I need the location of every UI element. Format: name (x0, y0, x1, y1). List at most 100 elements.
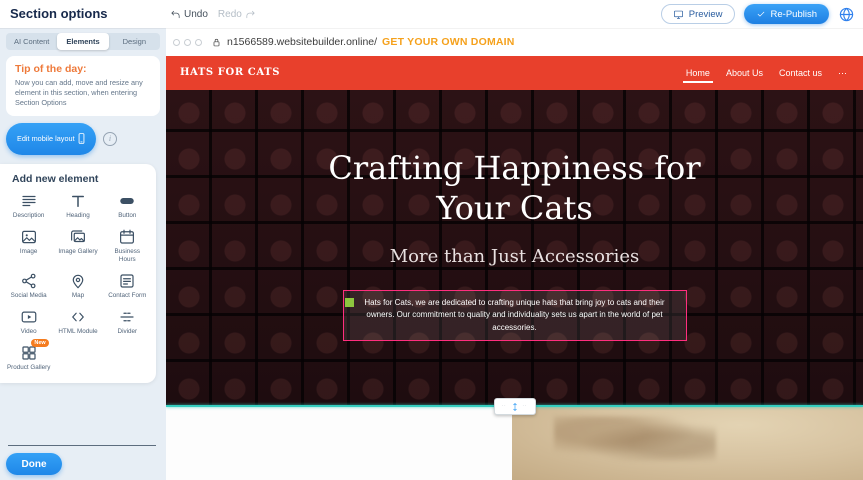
business-hours-icon (118, 228, 136, 246)
element-drag-handle[interactable] (345, 298, 354, 307)
map-icon (69, 272, 87, 290)
window-dot (184, 39, 191, 46)
element-label: Business Hours (105, 248, 149, 264)
tip-title: Tip of the day: (15, 63, 151, 75)
contact-form-icon (118, 272, 136, 290)
element-html-module[interactable]: HTML Module (53, 308, 102, 336)
preview-button[interactable]: Preview (661, 4, 735, 24)
sidebar-tabs: AI Content Elements Design (6, 33, 160, 50)
element-label: Contact Form (108, 292, 146, 300)
element-image-gallery[interactable]: Image Gallery (53, 228, 102, 264)
edit-mobile-label: Edit mobile layout (17, 134, 75, 143)
image-gallery-icon (69, 228, 87, 246)
preview-label: Preview (689, 9, 723, 20)
preview-area: n1566589.websitebuilder.online/ GET YOUR… (166, 28, 863, 480)
element-label: Divider (118, 328, 138, 336)
product-gallery-icon (20, 344, 38, 362)
tab-elements[interactable]: Elements (57, 33, 108, 50)
get-own-domain-link[interactable]: GET YOUR OWN DOMAIN (382, 36, 515, 48)
button-icon (118, 192, 136, 210)
element-label: Heading (66, 212, 89, 220)
hero-title-line1: Crafting Happiness for (328, 148, 700, 188)
element-image[interactable]: Image (4, 228, 53, 264)
sidebar: AI Content Elements Design Tip of the da… (0, 28, 166, 480)
site-header: HATS FOR CATS Home About Us Contact us ⋯ (166, 56, 863, 90)
element-divider[interactable]: Divider (103, 308, 152, 336)
element-product-gallery[interactable]: New Product Gallery (4, 344, 53, 372)
element-contact-form[interactable]: Contact Form (103, 272, 152, 300)
element-label: Video (21, 328, 37, 336)
redo-button[interactable]: Redo (218, 9, 256, 20)
page-title: Section options (10, 0, 108, 28)
selected-paragraph-element[interactable]: Hats for Cats, we are dedicated to craft… (343, 290, 687, 341)
site-canvas: HATS FOR CATS Home About Us Contact us ⋯… (166, 56, 863, 480)
heading-icon (69, 192, 87, 210)
new-badge: New (31, 339, 48, 347)
handle-dots: ∙∙ (523, 404, 528, 409)
nav-about-us[interactable]: About Us (726, 56, 763, 90)
redo-icon (245, 9, 256, 20)
element-map[interactable]: Map (53, 272, 102, 300)
window-dot (195, 39, 202, 46)
element-description[interactable]: Description (4, 192, 53, 220)
next-section[interactable] (166, 407, 863, 480)
social-media-icon (20, 272, 38, 290)
nav-home[interactable]: Home (686, 56, 710, 90)
description-icon (20, 192, 38, 210)
video-icon (20, 308, 38, 326)
element-button[interactable]: Button (103, 192, 152, 220)
element-business-hours[interactable]: Business Hours (103, 228, 152, 264)
divider-icon (118, 308, 136, 326)
image-icon (20, 228, 38, 246)
tab-ai-content[interactable]: AI Content (6, 33, 57, 50)
hero-subtitle[interactable]: More than Just Accessories (390, 246, 640, 267)
section-resize-handle[interactable]: ∙∙ ∙∙ (494, 398, 536, 415)
element-label: Image (20, 248, 38, 256)
nav-contact-us[interactable]: Contact us (779, 56, 822, 90)
element-label: Map (72, 292, 84, 300)
hero-title-line2: Your Cats (328, 188, 700, 228)
tip-of-the-day-card: Tip of the day: Now you can add, move an… (6, 56, 160, 116)
republish-button[interactable]: Re-Publish (744, 4, 829, 24)
globe-icon[interactable] (838, 6, 855, 23)
undo-icon (170, 9, 181, 20)
done-button[interactable]: Done (6, 453, 62, 475)
add-panel-title: Add new element (0, 173, 156, 190)
element-heading[interactable]: Heading (53, 192, 102, 220)
hero-content: Crafting Happiness for Your Cats More th… (166, 90, 863, 341)
element-grid: Description Heading Button Image Image G… (0, 190, 156, 373)
window-dots (173, 39, 202, 46)
hero-title[interactable]: Crafting Happiness for Your Cats (328, 148, 700, 228)
site-logo[interactable]: HATS FOR CATS (180, 56, 280, 90)
element-video[interactable]: Video (4, 308, 53, 336)
element-label: Product Gallery (7, 364, 50, 372)
edit-mobile-layout-button[interactable]: Edit mobile layout (6, 123, 96, 155)
undo-button[interactable]: Undo (170, 9, 208, 20)
element-label: Image Gallery (58, 248, 97, 256)
tab-design[interactable]: Design (109, 33, 160, 50)
lock-icon (211, 37, 222, 48)
element-label: Description (13, 212, 45, 220)
resize-updown-icon (510, 402, 520, 412)
browser-chrome: n1566589.websitebuilder.online/ GET YOUR… (166, 28, 863, 57)
site-nav: Home About Us Contact us ⋯ (686, 56, 847, 90)
undo-label: Undo (184, 9, 208, 20)
hero-paragraph: Hats for Cats, we are dedicated to craft… (354, 297, 676, 334)
add-new-element-panel: Add new element Description Heading Butt… (0, 164, 156, 383)
check-icon (756, 9, 766, 19)
sand-cat-image (512, 407, 863, 480)
undo-redo-group: Undo Redo (170, 0, 256, 28)
sidebar-divider (8, 445, 156, 446)
phone-icon (75, 132, 88, 145)
info-icon[interactable]: i (103, 132, 117, 146)
nav-more-icon[interactable]: ⋯ (838, 56, 847, 90)
monitor-icon (673, 9, 684, 20)
topbar: Section options Undo Redo Preview Re-Pub… (0, 0, 863, 28)
redo-label: Redo (218, 9, 242, 20)
site-url: n1566589.websitebuilder.online/ (227, 36, 377, 48)
html-module-icon (69, 308, 87, 326)
element-social-media[interactable]: Social Media (4, 272, 53, 300)
republish-label: Re-Publish (771, 9, 817, 20)
element-label: Social Media (11, 292, 47, 300)
hero-section[interactable]: Crafting Happiness for Your Cats More th… (166, 90, 863, 405)
